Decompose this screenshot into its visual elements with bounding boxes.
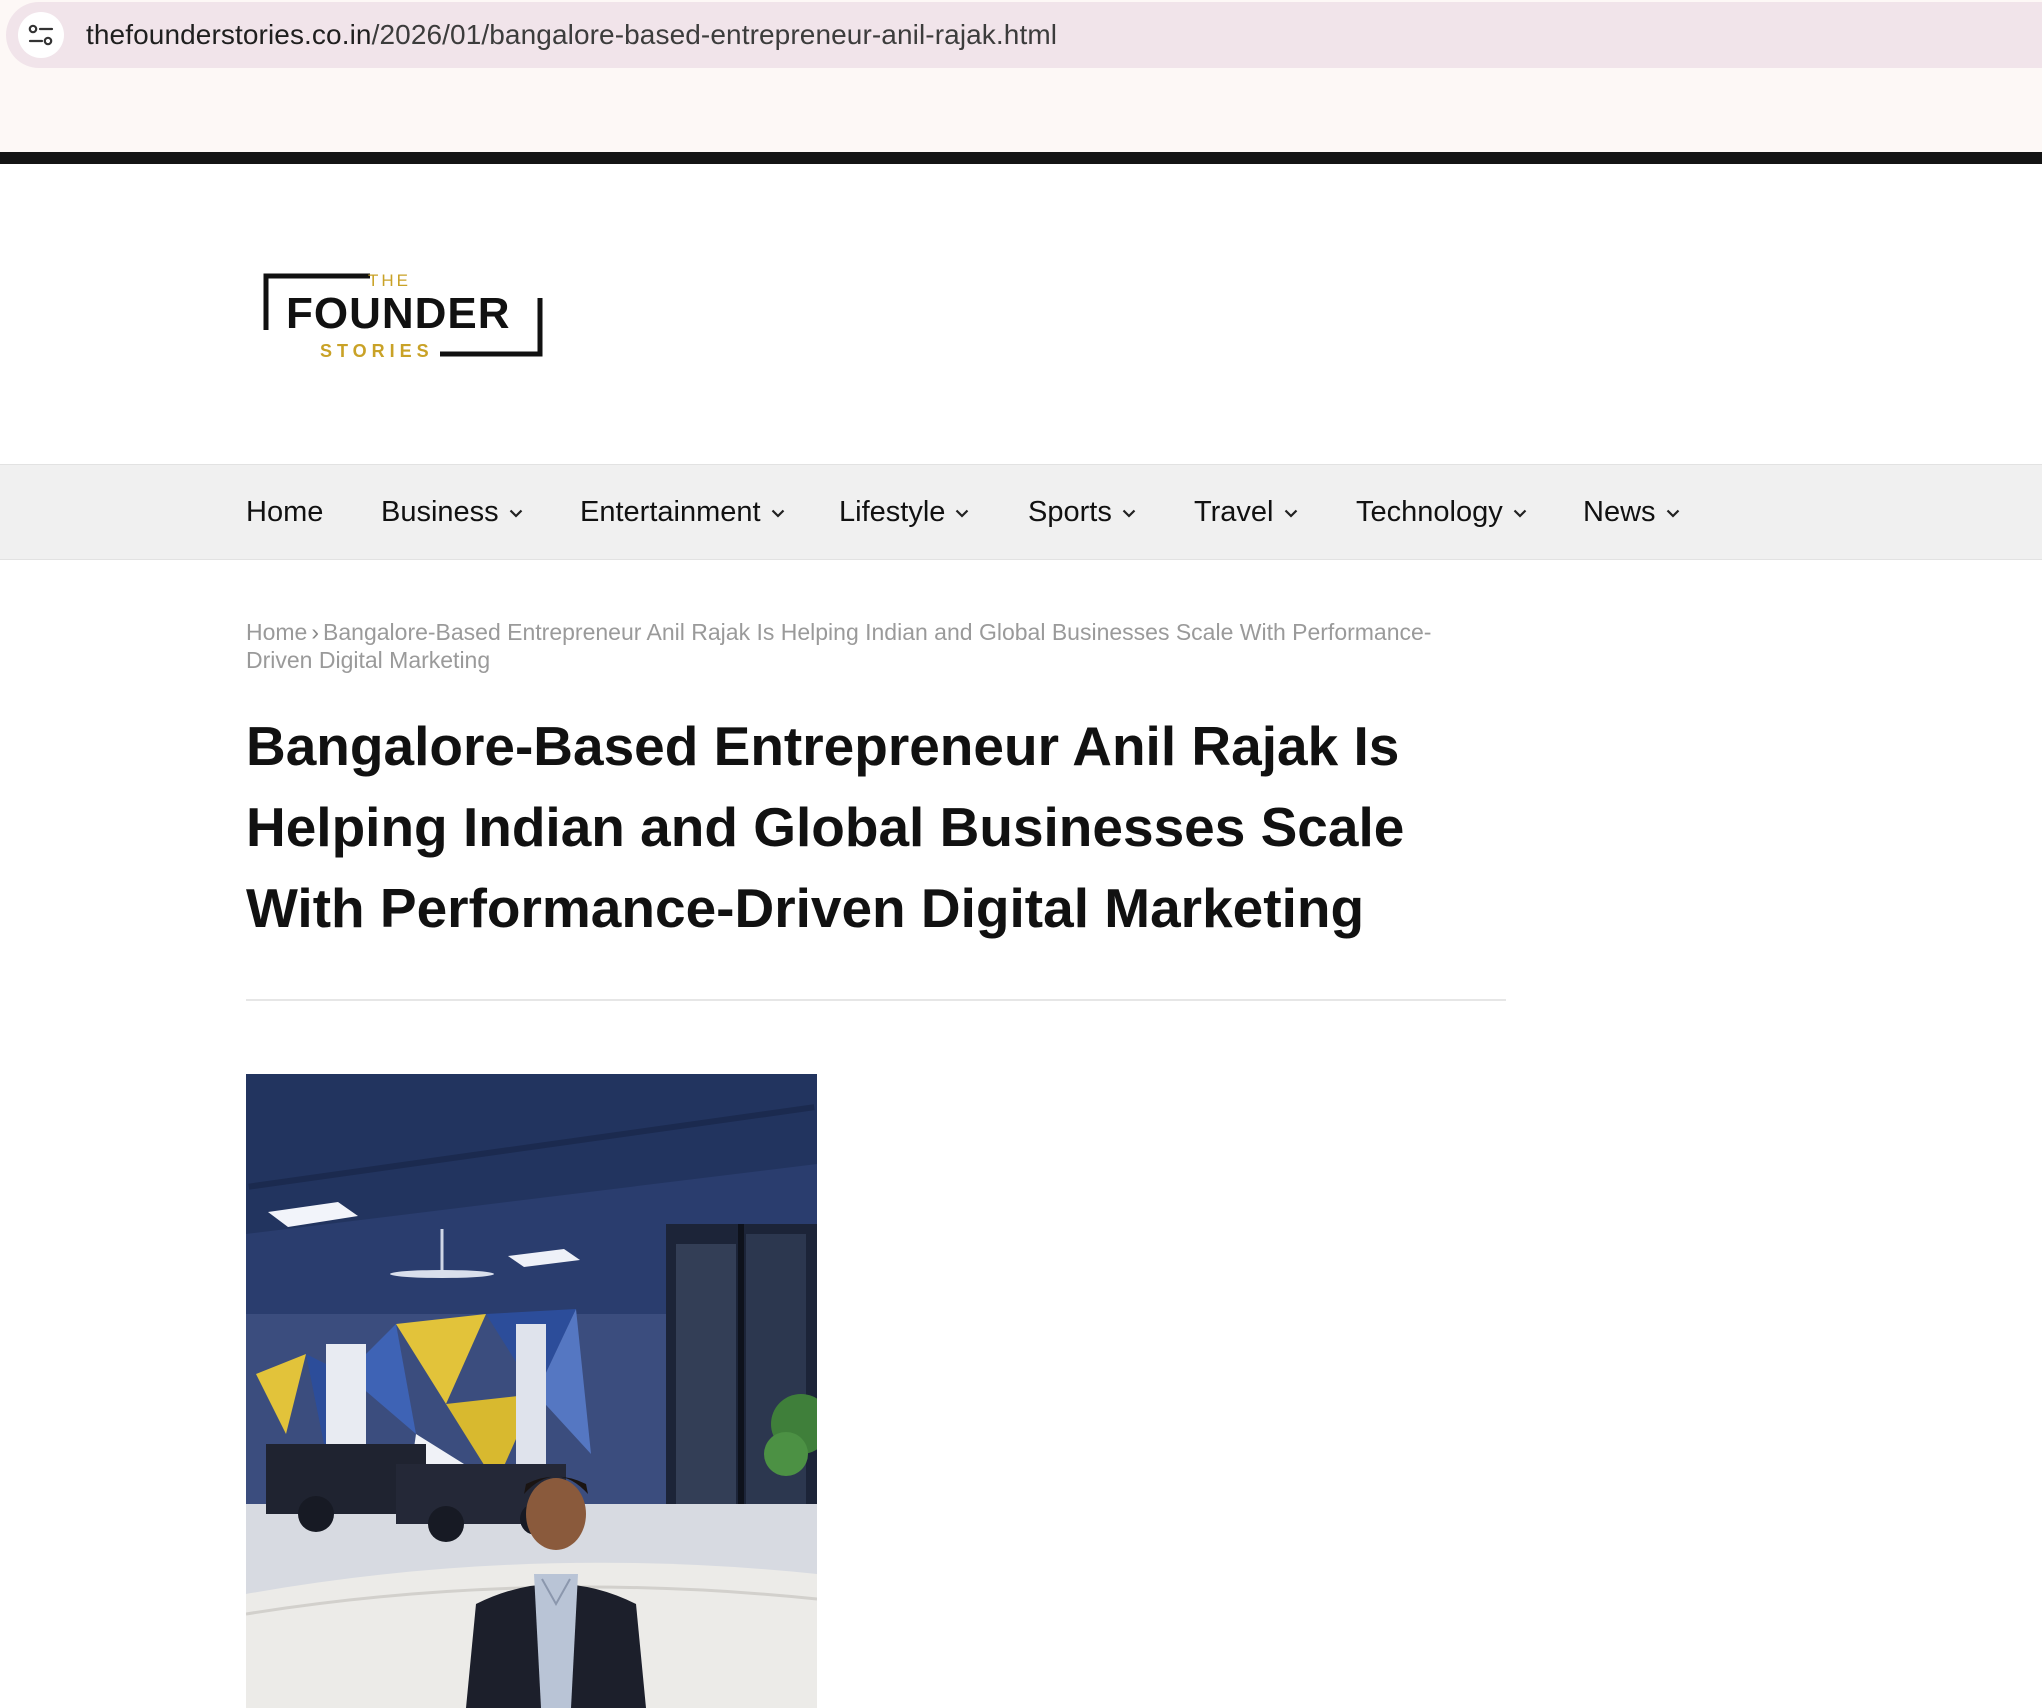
nav-item-label: News <box>1583 496 1656 528</box>
chevron-down-icon <box>1513 509 1527 518</box>
chevron-down-icon <box>955 509 969 518</box>
chevron-down-icon <box>509 509 523 518</box>
site-logo[interactable]: THE FOUNDER STORIES <box>262 266 546 362</box>
header-top-rule <box>0 152 2042 164</box>
nav-item-entertainment[interactable]: Entertainment <box>580 465 785 559</box>
title-divider <box>246 999 1506 1001</box>
breadcrumb: Home › Bangalore-Based Entrepreneur Anil R… <box>246 618 1486 674</box>
nav-item-label: Home <box>246 496 324 528</box>
nav-item-label: Sports <box>1028 496 1112 528</box>
logo-founder: FOUNDER <box>286 289 511 338</box>
nav-item-label: Entertainment <box>580 496 761 528</box>
tune-icon <box>28 24 54 46</box>
nav-item-label: Technology <box>1356 496 1503 528</box>
nav-item-technology[interactable]: Technology <box>1356 465 1527 559</box>
article-title: Bangalore-Based Entrepreneur Anil Rajak … <box>246 715 1405 939</box>
chevron-down-icon <box>771 509 785 518</box>
chevron-down-icon <box>1666 509 1680 518</box>
logo-the: THE <box>368 271 411 290</box>
breadcrumb-separator: › <box>311 619 320 645</box>
main-nav: Home Business Entertainment Lifestyle Sp… <box>0 464 2042 560</box>
nav-item-news[interactable]: News <box>1583 465 1680 559</box>
browser-toolbar: thefounderstories.co.in/2026/01/bangalor… <box>0 0 2042 152</box>
article-hero-image[interactable] <box>246 1074 817 1708</box>
nav-item-home[interactable]: Home <box>246 465 323 559</box>
chevron-down-icon <box>1122 509 1136 518</box>
nav-item-business[interactable]: Business <box>381 465 523 559</box>
nav-item-label: Travel <box>1194 496 1274 528</box>
url-text[interactable]: thefounderstories.co.in/2026/01/bangalor… <box>86 19 1057 51</box>
site-info-button[interactable] <box>18 12 64 58</box>
nav-item-travel[interactable]: Travel <box>1194 465 1298 559</box>
breadcrumb-home[interactable]: Home <box>246 619 307 645</box>
url-domain: thefounderstories.co.in <box>86 19 372 50</box>
nav-item-lifestyle[interactable]: Lifestyle <box>839 465 969 559</box>
logo-stories: STORIES <box>320 341 434 361</box>
url-path: /2026/01/bangalore-based-entrepreneur-an… <box>371 19 1058 50</box>
nav-item-label: Lifestyle <box>839 496 946 528</box>
nav-item-label: Business <box>381 496 499 528</box>
address-bar[interactable]: thefounderstories.co.in/2026/01/bangalor… <box>6 2 2042 68</box>
breadcrumb-current: Bangalore-Based Entrepreneur Anil Rajak … <box>246 619 1432 673</box>
chevron-down-icon <box>1284 509 1298 518</box>
nav-item-sports[interactable]: Sports <box>1028 465 1136 559</box>
